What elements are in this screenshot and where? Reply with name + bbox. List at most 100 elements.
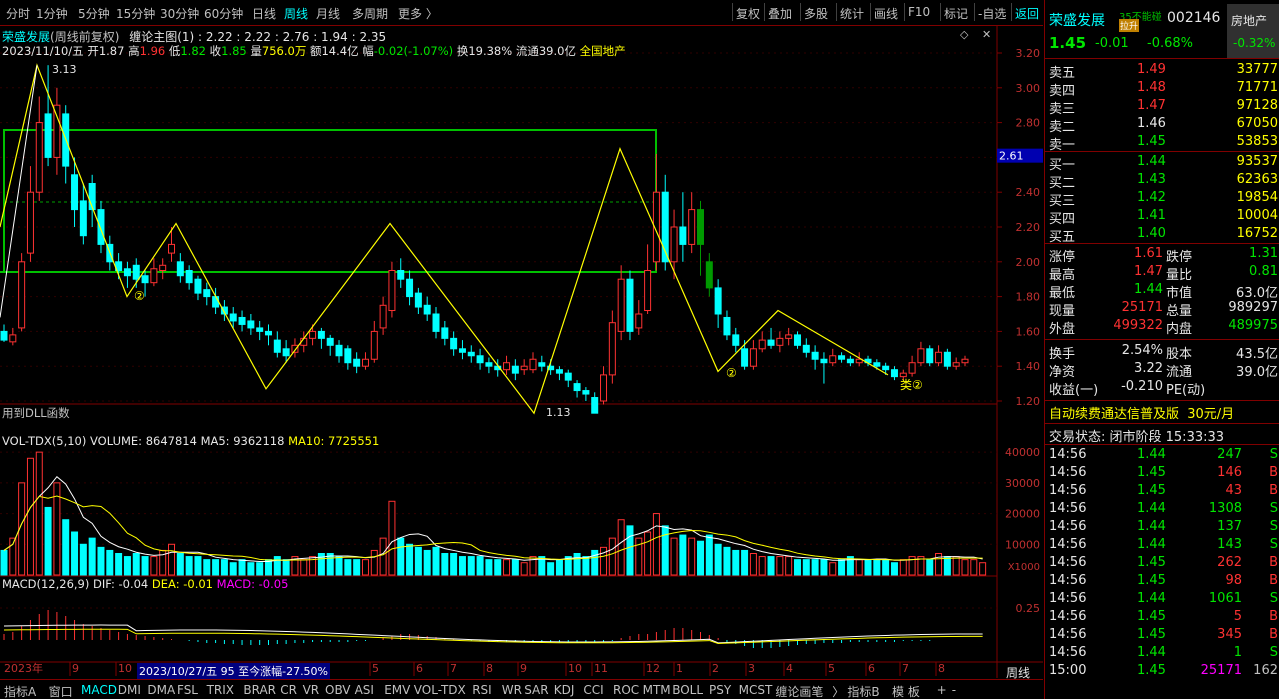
volume-bar [44,506,52,576]
promo-link[interactable]: 自动续费通达信普及版 30元/月 [1049,403,1234,422]
indicator-tab-9[interactable]: VR [303,683,320,697]
macd-macd: MACD: -0.05 [216,577,289,591]
toolbar-button-3[interactable]: 统计 [840,5,864,22]
time-axis-label: 7 [450,662,457,675]
high-label: 高 [128,44,140,58]
toolbar-button-4[interactable]: 画线 [874,5,898,22]
tick-direction: S [1269,519,1278,534]
quote-code: 002146 [1167,10,1221,26]
close-icon[interactable]: ✕ [982,28,991,41]
ask-row: 卖四 1.48 71771 [1045,79,1279,99]
candle-body [503,362,511,371]
indicator-tab-8[interactable]: CR [280,683,297,697]
timeframe-tab-8[interactable]: 月线 [316,5,340,22]
candle-body [79,200,87,237]
candle-body [511,365,519,374]
indicator-tab-27[interactable]: 模 板 [892,683,920,699]
candle-body [397,270,405,280]
indicator-tab-16[interactable]: SAR [524,683,548,697]
ask-volume: 33777 [1236,62,1278,77]
indicator-tab-28[interactable]: + [937,683,947,697]
timeframe-tab-4[interactable]: 30分钟 [160,5,199,22]
tick-row: 14:56 1.45 345 B [1045,626,1279,644]
indicator-tab-19[interactable]: ROC [613,683,639,697]
bid-price: 1.44 [1137,154,1166,169]
indicator-tab-21[interactable]: BOLL [672,683,703,697]
timeframe-tab-9[interactable]: 多周期 [352,5,388,22]
indicator-tab-20[interactable]: MTM [643,683,671,697]
expand-icon[interactable]: ◇ [960,28,968,41]
macd-dea: DEA: -0.01 [151,577,213,591]
volume-bar [335,556,343,576]
indicator-tab-4[interactable]: DMA [147,683,175,697]
indicator-tab-2[interactable]: MACD [81,683,117,697]
time-axis-label: 6 [868,662,875,675]
timeframe-tab-7[interactable]: 周线 [284,5,308,22]
volume-bar [926,559,934,576]
stat-value: 1.47 [1134,264,1163,279]
tick-row: 14:56 1.45 262 B [1045,554,1279,572]
indicator-tab-13[interactable]: VOL-TDX [414,683,466,697]
indicator-tab-25[interactable]: 〉 [832,683,844,699]
toolbar-button-5[interactable]: F10 [908,5,930,19]
pivot-mark-3: 类② [900,378,923,392]
indicator-tab-15[interactable]: WR [502,683,522,697]
timeframe-tab-5[interactable]: 60分钟 [204,5,243,22]
indicator-tab-26[interactable]: 指标B [847,683,879,699]
candle-body [53,104,61,158]
candle-body [749,348,757,367]
indicator-tab-5[interactable]: FSL [177,683,198,697]
ask-volume: 71771 [1236,80,1278,95]
indicator-tab-1[interactable]: 窗口 [49,683,73,699]
time-axis-label: 12 [646,662,660,675]
indicator-tab-24[interactable]: 缠论画笔 [775,683,823,699]
indicator-tab-10[interactable]: OBV [325,683,351,697]
indicator-tab-18[interactable]: CCI [583,683,603,697]
tick-direction: S [1269,591,1278,606]
indicator-tab-17[interactable]: KDJ [554,683,575,697]
candle-body [256,327,264,332]
indicator-tab-14[interactable]: RSI [472,683,492,697]
sector-box[interactable]: 房地产 -0.32% [1227,4,1279,58]
volume-bar [97,546,105,576]
volume-bar [71,531,79,576]
tick-row: 14:56 1.45 146 B [1045,464,1279,482]
indicator-tab-7[interactable]: BRAR [243,683,276,697]
indicator-tab-3[interactable]: DMI [118,683,141,697]
indicator-tab-22[interactable]: PSY [709,683,731,697]
timeframe-tab-0[interactable]: 分时 [6,5,30,22]
candle-body [282,348,290,357]
toolbar-button-6[interactable]: 标记 [944,5,968,22]
candle-body [679,226,687,245]
volume-bar [503,559,511,576]
time-highlight: 2023/10/27/五 95 至今涨幅-27.50% [137,663,331,679]
volume-bar [644,531,652,576]
indicator-tab-12[interactable]: EMV [384,683,410,697]
indicator-tab-6[interactable]: TRIX [207,683,234,697]
candle-body [767,339,775,346]
volume-bar [767,556,775,576]
toolbar-button-8[interactable]: 返回 [1015,5,1039,22]
indicator-tab-0[interactable]: 指标A [4,683,36,699]
bid-row: 买一 1.44 93537 [1045,153,1279,173]
volume-bar [494,559,502,576]
timeframe-tab-3[interactable]: 15分钟 [116,5,155,22]
toolbar-separator [732,3,733,21]
volume-bar [591,549,599,576]
toolbar-button-0[interactable]: 复权 [736,5,760,22]
indicator-tab-29[interactable]: - [952,683,956,697]
toolbar-button-7[interactable]: -自选 [978,5,1006,22]
timeframe-tab-6[interactable]: 日线 [252,5,276,22]
toolbar-button-2[interactable]: 多股 [804,5,828,22]
timeframe-tab-1[interactable]: 1分钟 [36,5,68,22]
timeframe-tab-2[interactable]: 5分钟 [78,5,110,22]
toolbar-button-1[interactable]: 叠加 [768,5,792,22]
indicator-tab-11[interactable]: ASI [355,683,374,697]
tick-volume: 25171 [1200,663,1242,678]
volume-bar [758,556,766,576]
chg-label: 幅 [362,44,374,58]
bid-volume: 19854 [1236,190,1278,205]
quote-stock-name: 荣盛发展 [1049,13,1105,29]
indicator-tab-23[interactable]: MCST [739,683,773,697]
timeframe-tab-10[interactable]: 更多 〉 [398,5,438,22]
